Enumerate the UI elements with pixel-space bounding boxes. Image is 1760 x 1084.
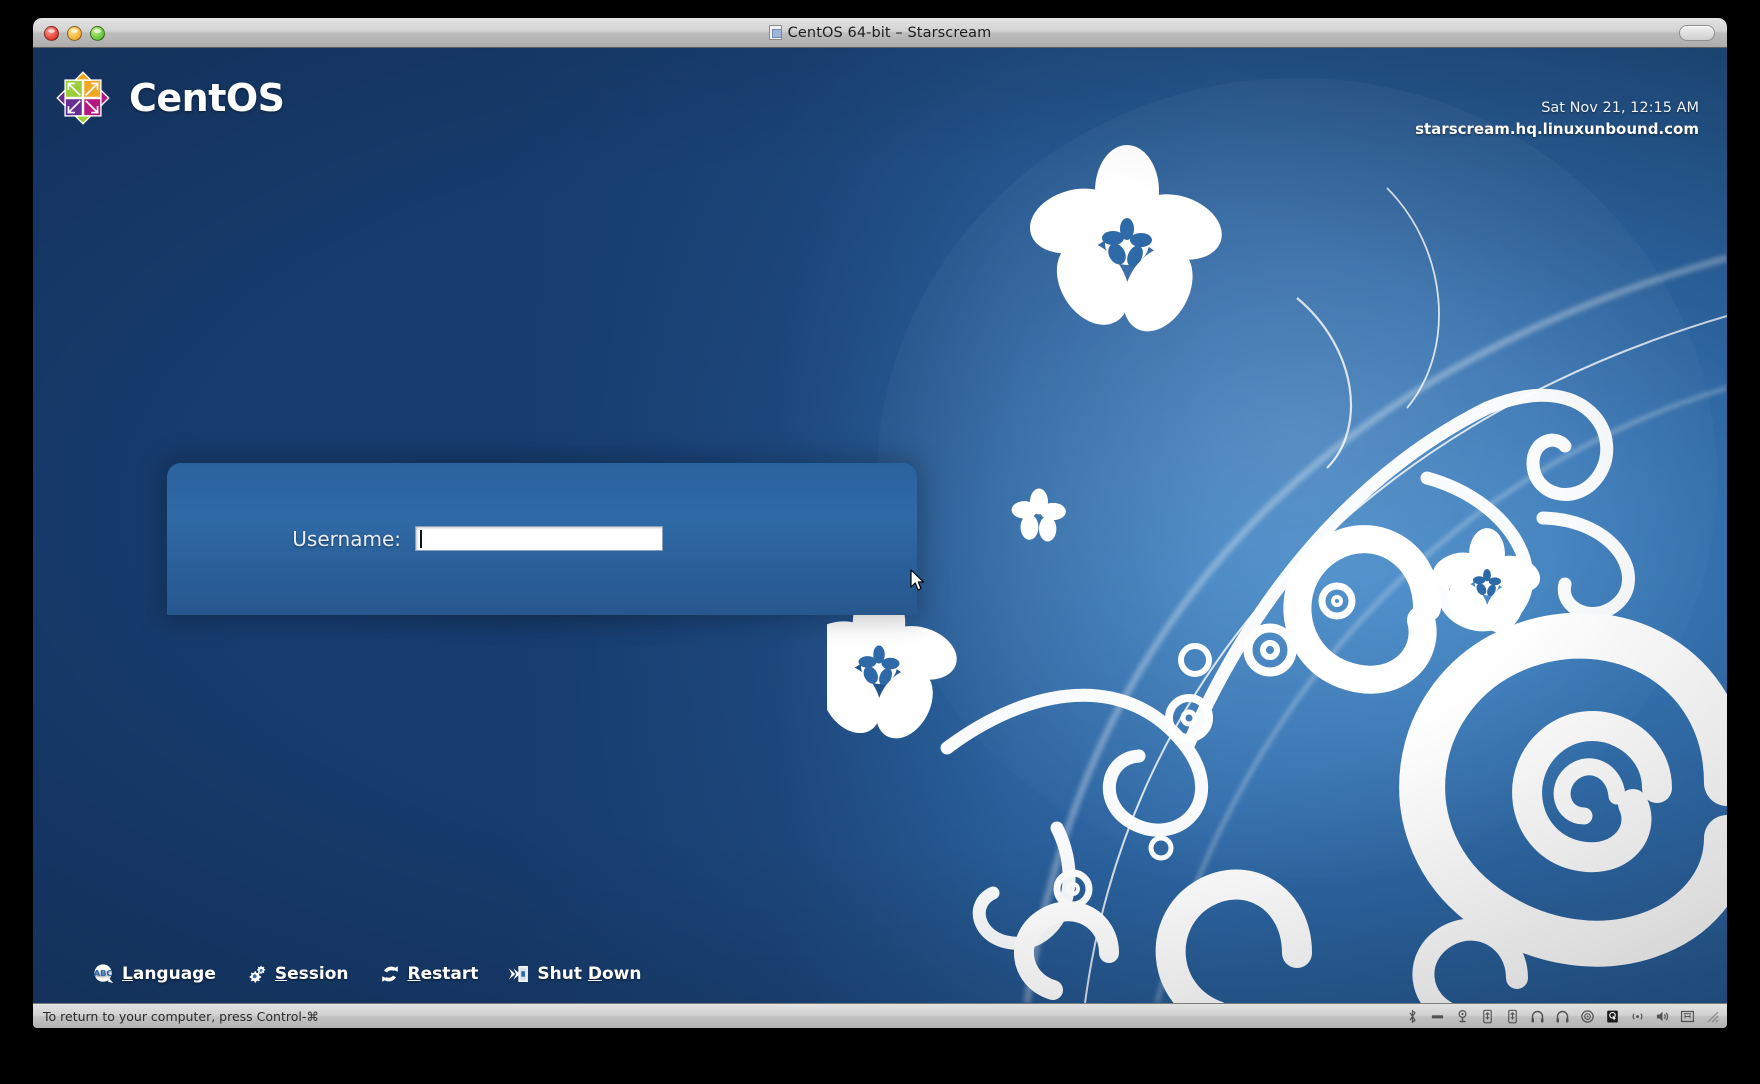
ring-group bbox=[1053, 582, 1356, 909]
window-titlebar[interactable]: CentOS 64-bit – Starscream bbox=[33, 18, 1727, 48]
hostname-label: starscream.hq.linuxunbound.com bbox=[1415, 120, 1699, 139]
restart-label: Restart bbox=[407, 964, 479, 984]
flower-large bbox=[1029, 145, 1222, 332]
session-label: Session bbox=[274, 964, 349, 984]
username-label: Username: bbox=[292, 526, 401, 551]
svg-text:ABC: ABC bbox=[94, 968, 113, 978]
session-icon bbox=[249, 965, 266, 983]
usb-icon[interactable] bbox=[1480, 1009, 1495, 1024]
brand-name: CentOS bbox=[129, 76, 285, 120]
usb-icon[interactable] bbox=[1505, 1009, 1520, 1024]
centos-logo bbox=[56, 71, 110, 125]
headphones-icon[interactable] bbox=[1555, 1009, 1570, 1024]
camera-icon[interactable] bbox=[1455, 1009, 1470, 1024]
fullscreen-button[interactable] bbox=[1679, 25, 1715, 41]
vm-window: CentOS 64-bit – Starscream CentOS Sat No… bbox=[33, 18, 1727, 1028]
sound-icon[interactable] bbox=[1655, 1009, 1670, 1024]
headphones-icon[interactable] bbox=[1530, 1009, 1545, 1024]
clock-datetime: Sat Nov 21, 12:15 AM bbox=[1541, 100, 1699, 116]
language-label: Language bbox=[122, 964, 216, 984]
hard-disk-icon[interactable] bbox=[1430, 1009, 1445, 1024]
text-caret bbox=[420, 530, 422, 548]
cd-drive-icon[interactable] bbox=[1580, 1009, 1595, 1024]
flower-tiny bbox=[1011, 488, 1066, 542]
clock-block: Sat Nov 21, 12:15 AM starscream.hq.linux… bbox=[1415, 98, 1699, 141]
network-icon[interactable] bbox=[1630, 1009, 1645, 1024]
shutdown-button[interactable]: Shut Down bbox=[508, 963, 642, 985]
shutdown-label: Shut Down bbox=[537, 964, 642, 984]
window-title-wrap: CentOS 64-bit – Starscream bbox=[768, 24, 992, 41]
session-button[interactable]: Session bbox=[246, 963, 349, 985]
shutdown-icon bbox=[509, 966, 529, 982]
status-icon-tray bbox=[1405, 1009, 1721, 1024]
username-input[interactable] bbox=[415, 526, 663, 551]
centos-login-screen: CentOS Sat Nov 21, 12:15 AM starscream.h… bbox=[33, 48, 1727, 1003]
hard-disk-active-icon[interactable] bbox=[1605, 1009, 1620, 1024]
zoom-button[interactable] bbox=[90, 25, 105, 41]
language-button[interactable]: ABC Language bbox=[93, 963, 216, 985]
login-row: Username: bbox=[167, 526, 917, 551]
status-hint: To return to your computer, press Contro… bbox=[43, 1008, 319, 1024]
window-title: CentOS 64-bit – Starscream bbox=[787, 24, 992, 41]
minimize-button[interactable] bbox=[67, 25, 82, 41]
login-panel: Username: bbox=[167, 463, 917, 615]
language-icon: ABC bbox=[94, 964, 114, 984]
spiral-group bbox=[1014, 525, 1727, 1003]
bluetooth-icon[interactable] bbox=[1405, 1009, 1420, 1024]
close-button[interactable] bbox=[44, 25, 59, 41]
restart-button[interactable]: Restart bbox=[379, 963, 479, 985]
mouse-cursor bbox=[910, 569, 925, 591]
shared-folders-icon[interactable] bbox=[1680, 1009, 1695, 1024]
restart-icon bbox=[381, 966, 398, 982]
vm-statusbar: To return to your computer, press Contro… bbox=[33, 1003, 1727, 1028]
flower-small-right bbox=[1432, 528, 1541, 633]
resize-grip[interactable] bbox=[1705, 1009, 1719, 1023]
session-action-bar: ABC Language Session Restart Shut Down bbox=[33, 963, 1727, 985]
brand-block: CentOS bbox=[55, 70, 285, 126]
document-icon bbox=[768, 25, 782, 40]
window-controls bbox=[44, 18, 105, 48]
